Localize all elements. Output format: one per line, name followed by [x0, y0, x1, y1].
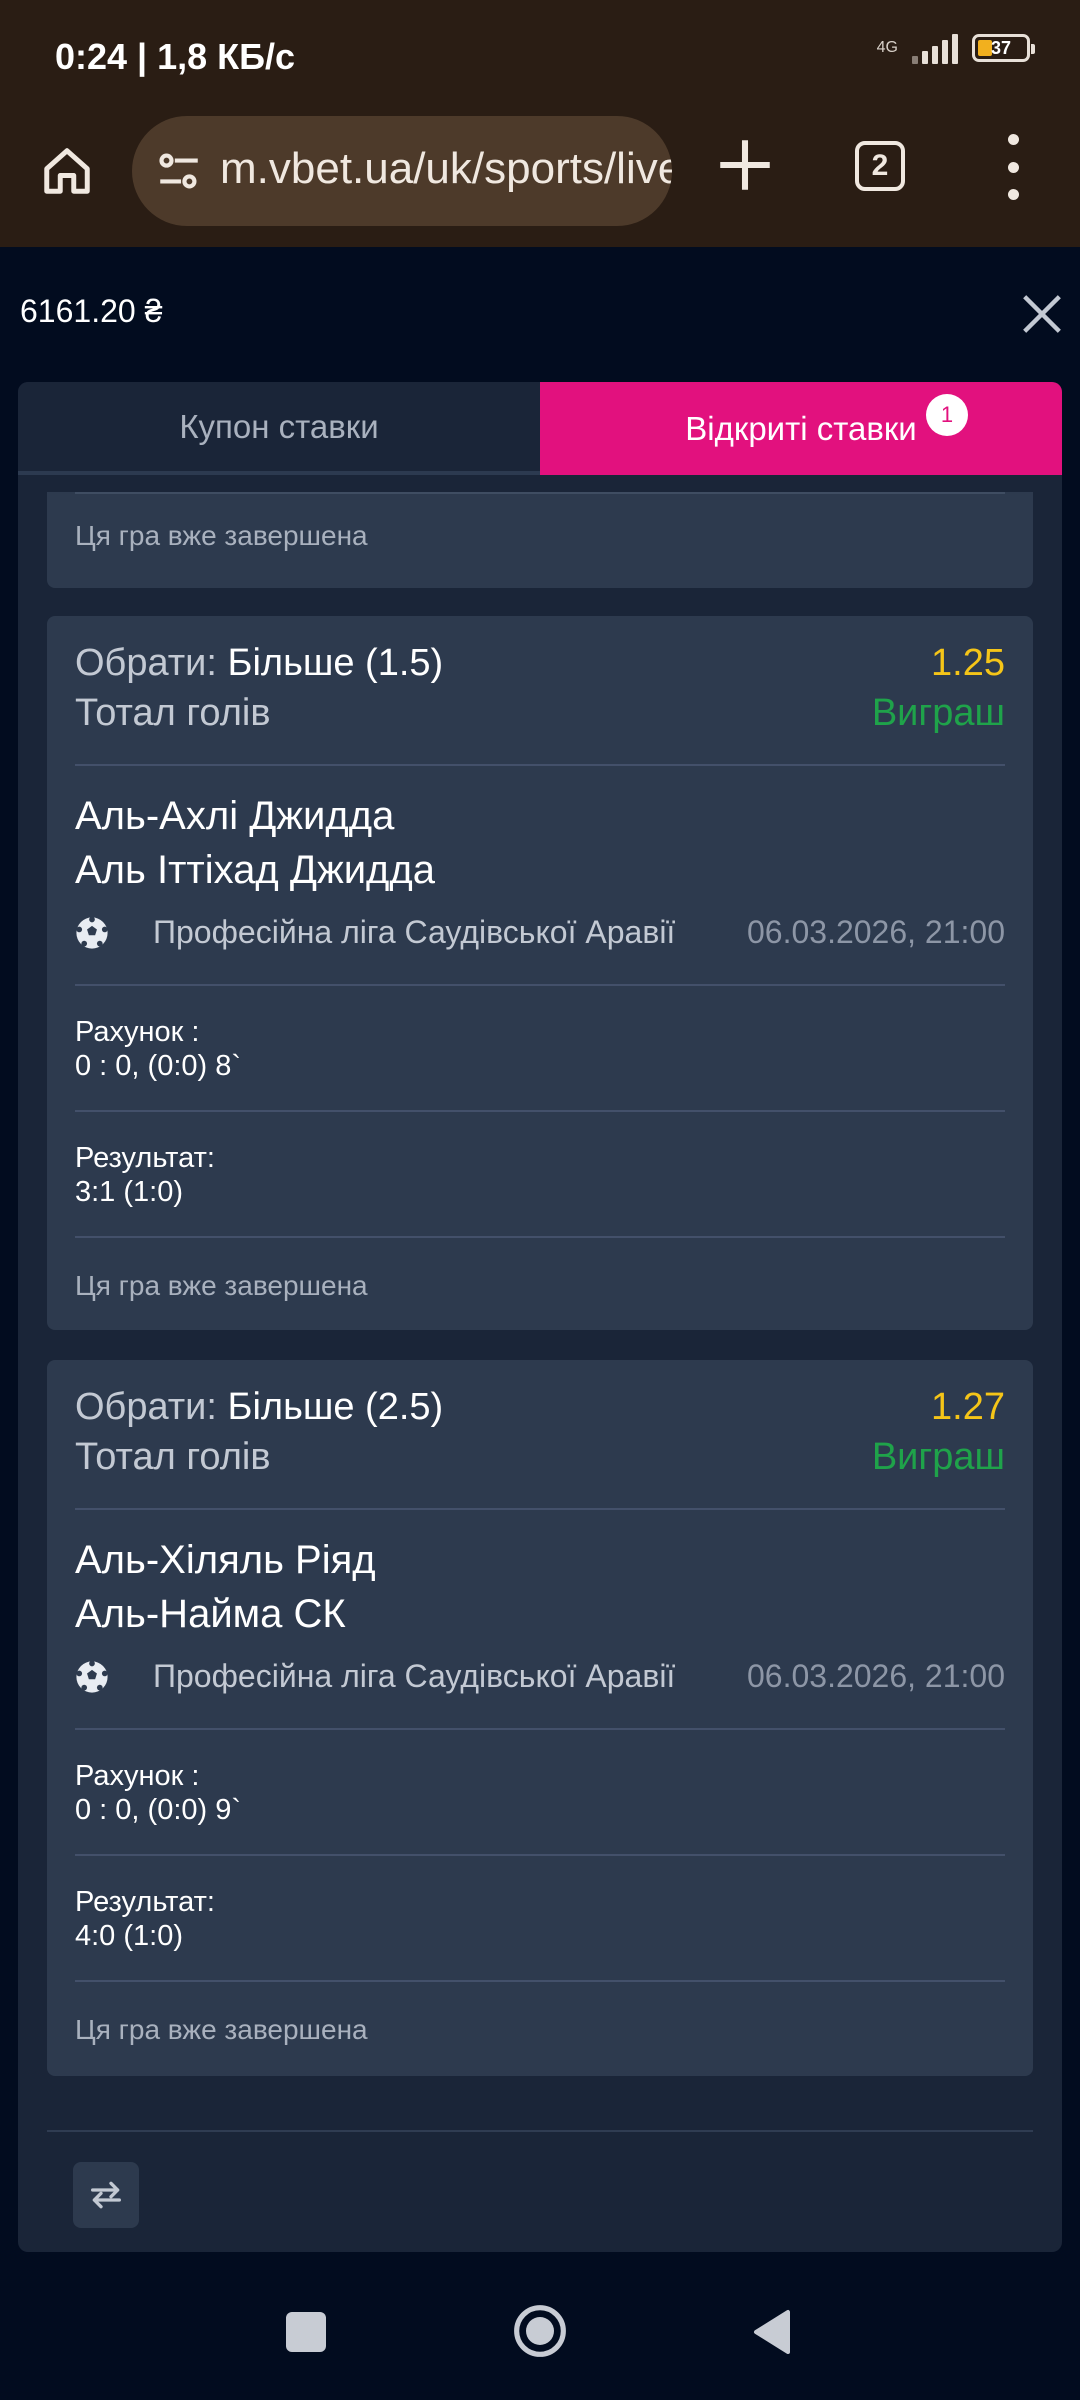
divider	[47, 2130, 1033, 2132]
home-icon	[44, 148, 90, 194]
close-icon[interactable]	[1016, 288, 1068, 340]
status-indicators: 4G 37	[876, 32, 1035, 64]
game-ended-note: Ця гра вже завершена	[75, 1270, 368, 1301]
signal-icon	[912, 32, 958, 64]
match-datetime: 06.03.2026, 21:00	[746, 914, 1005, 950]
score-value: 0 : 0, (0:0) 9`	[75, 1794, 242, 1826]
game-ended-note: Ця гра вже завершена	[75, 2014, 368, 2045]
market-name: Тотал голів	[75, 692, 271, 734]
bet-card: Обрати: Більше (1.5) 1.25 Тотал голів Ви…	[47, 616, 1033, 1330]
odds: 1.27	[931, 1386, 1005, 1428]
betslip-tabs: Купон ставки Відкриті ставки 1	[18, 382, 1062, 475]
address-bar: m.vbet.ua/uk/sports/live 2	[0, 112, 1080, 230]
home-nav-button[interactable]	[512, 2303, 568, 2359]
odds: 1.25	[931, 642, 1005, 684]
team-away: Аль Іттіхад Джидда	[75, 848, 435, 892]
bet-status: Виграш	[871, 1436, 1005, 1478]
bet-card: Обрати: Більше (2.5) 1.27 Тотал голів Ви…	[47, 1360, 1033, 2076]
league-name: Професійна ліга Саудівської Аравії	[153, 914, 676, 950]
url-text: m.vbet.ua/uk/sports/live	[220, 144, 672, 193]
team-home: Аль-Хіляль Ріяд	[75, 1538, 376, 1582]
bet-status: Виграш	[871, 692, 1005, 734]
result-label: Результат:	[75, 1886, 215, 1918]
battery-level: 37	[990, 38, 1012, 58]
balance: 6161.20 ₴	[20, 293, 163, 329]
match-datetime: 06.03.2026, 21:00	[746, 1658, 1005, 1694]
game-ended-note: Ця гра вже завершена	[75, 520, 368, 551]
tab-label: Купон ставки	[179, 407, 379, 445]
bet-card-previous: Ця гра вже завершена	[47, 492, 1033, 588]
selection-prefix: Обрати:	[75, 1386, 217, 1428]
soccer-ball-icon	[76, 916, 108, 949]
system-nav-bar	[0, 2270, 1080, 2400]
new-tab-button[interactable]	[712, 132, 778, 198]
soccer-ball-icon	[76, 1660, 108, 1693]
score-label: Рахунок :	[75, 1016, 200, 1048]
team-away: Аль-Найма СК	[75, 1592, 346, 1636]
tab-open-bets[interactable]: Відкриті ставки 1	[540, 382, 1062, 475]
selection-prefix: Обрати:	[75, 642, 217, 684]
recent-apps-button[interactable]	[286, 2312, 326, 2352]
network-type: 4G	[876, 39, 898, 56]
result-value: 3:1 (1:0)	[75, 1176, 183, 1208]
battery-icon: 37	[972, 34, 1035, 62]
betslip-panel: Купон ставки Відкриті ставки 1 Ця гра вж…	[18, 382, 1062, 2252]
tab-bet-coupon[interactable]: Купон ставки	[18, 382, 540, 475]
tab-label: Відкриті ставки	[685, 409, 917, 447]
site-settings-icon[interactable]	[154, 146, 204, 196]
market-name: Тотал голів	[75, 1436, 271, 1478]
status-time: 0:24 | 1,8 КБ/с	[55, 36, 296, 77]
more-vert-icon[interactable]	[998, 134, 1028, 200]
status-bar: 0:24 | 1,8 КБ/с 4G 37	[0, 0, 1080, 110]
repeat-icon	[91, 2181, 122, 2209]
url-field[interactable]: m.vbet.ua/uk/sports/live	[132, 116, 672, 226]
score-label: Рахунок :	[75, 1760, 200, 1792]
selection: Обрати: Більше (1.5)	[75, 642, 1005, 685]
repeat-bet-button[interactable]	[73, 2162, 139, 2228]
selection: Обрати: Більше (2.5)	[75, 1386, 1005, 1429]
selection-value: Більше (2.5)	[227, 1386, 444, 1428]
result-value: 4:0 (1:0)	[75, 1920, 183, 1952]
result-label: Результат:	[75, 1142, 215, 1174]
home-button[interactable]	[30, 134, 104, 208]
open-bets-count-badge: 1	[926, 394, 968, 436]
back-nav-button[interactable]	[752, 2308, 792, 2356]
tab-switcher-button[interactable]: 2	[855, 141, 905, 191]
league-name: Професійна ліга Саудівської Аравії	[153, 1658, 676, 1694]
browser-chrome: 0:24 | 1,8 КБ/с 4G 37 m.vbet.ua/uk/sport…	[0, 0, 1080, 247]
selection-value: Більше (1.5)	[227, 642, 444, 684]
team-home: Аль-Ахлі Джидда	[75, 794, 395, 838]
score-value: 0 : 0, (0:0) 8`	[75, 1050, 242, 1082]
